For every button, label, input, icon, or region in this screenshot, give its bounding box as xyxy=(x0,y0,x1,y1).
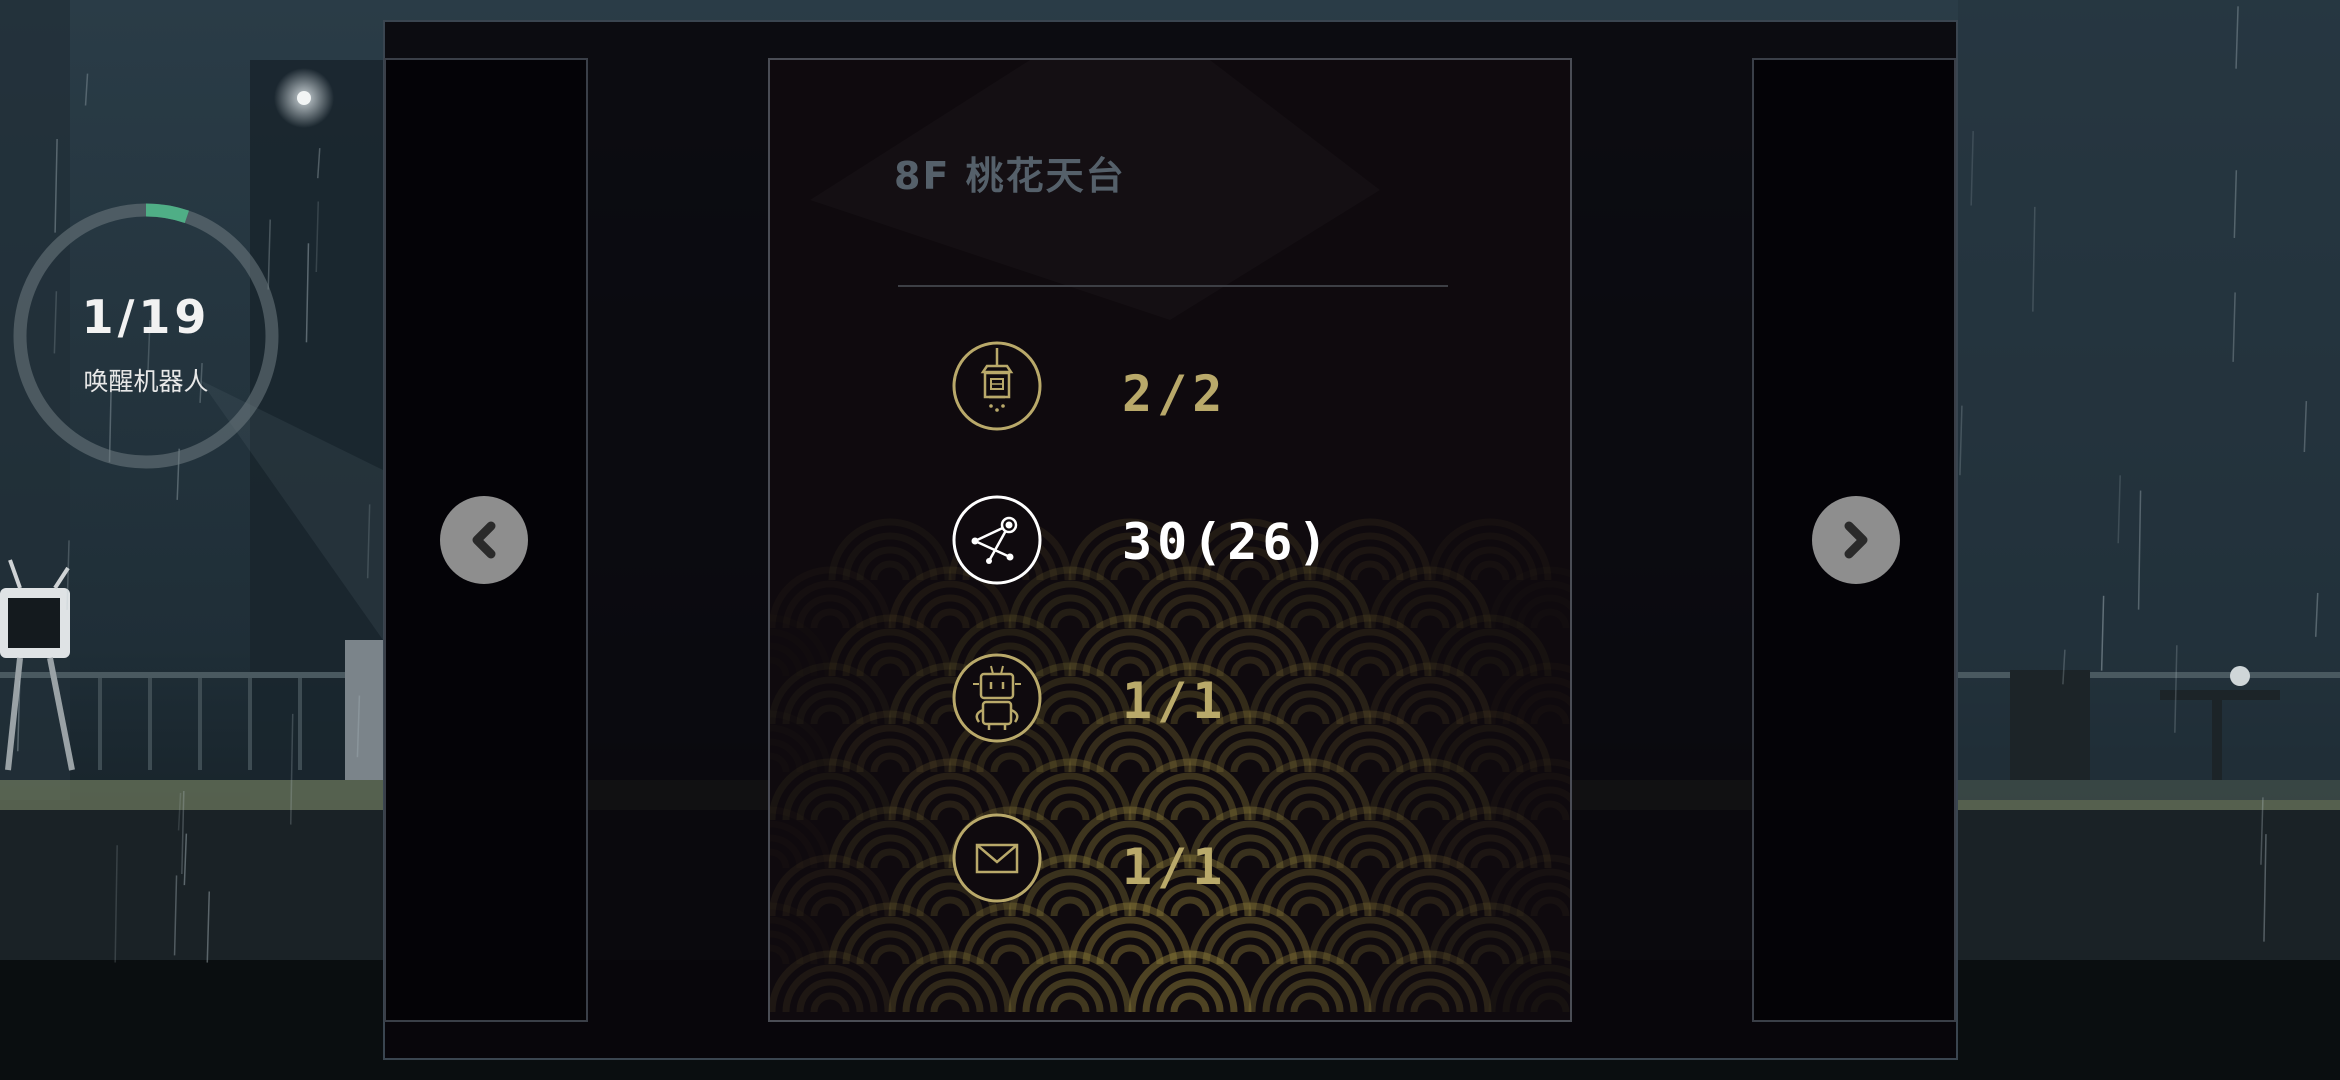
wave-arc xyxy=(1290,992,1330,1013)
wave-arc xyxy=(1170,896,1210,917)
wave-arc xyxy=(1230,848,1270,869)
wave-arc xyxy=(1410,992,1450,1013)
wave-arc xyxy=(1110,944,1150,965)
wave-arc xyxy=(1470,656,1510,677)
wave-arc xyxy=(770,756,786,772)
wave-arc xyxy=(1470,944,1510,965)
wave-arc xyxy=(1530,704,1570,725)
wave-arc xyxy=(930,992,970,1013)
wave-arc xyxy=(770,852,786,868)
wave-arc xyxy=(870,944,910,965)
lantern-icon xyxy=(952,341,1042,431)
robot-progress-count: 1/19 xyxy=(81,290,211,344)
wave-arc xyxy=(1350,560,1390,581)
letter-count: 1/1 xyxy=(1122,838,1228,896)
wave-arc xyxy=(1470,560,1510,581)
wave-arc xyxy=(1530,800,1570,821)
wave-arc xyxy=(1410,608,1450,629)
chevron-right-icon xyxy=(1844,521,1868,559)
wave-arc xyxy=(870,656,910,677)
wave-arc xyxy=(1230,752,1270,773)
wave-arc xyxy=(1410,800,1450,821)
wave-arc xyxy=(1470,752,1510,773)
wave-arc xyxy=(1350,944,1390,965)
next-floor-button[interactable] xyxy=(1812,496,1900,584)
robot-count: 1/1 xyxy=(1122,672,1228,730)
robot-progress-label: 唤醒机器人 xyxy=(83,367,209,396)
wave-arc xyxy=(1350,752,1390,773)
wave-arc xyxy=(1410,896,1450,917)
wave-arc xyxy=(1534,612,1566,628)
wave-arc xyxy=(1290,896,1330,917)
wave-arc xyxy=(1050,800,1090,821)
wave-arc xyxy=(1290,608,1330,629)
previous-floor-button[interactable] xyxy=(440,496,528,584)
wave-arc xyxy=(1170,800,1210,821)
floor-title: 8F 桃花天台 xyxy=(894,154,1126,198)
wave-arc xyxy=(1050,896,1090,917)
wave-arc xyxy=(1050,704,1090,725)
wave-arc xyxy=(990,944,1030,965)
wave-arc xyxy=(1170,608,1210,629)
wave-arc xyxy=(810,704,850,725)
wave-arc xyxy=(1170,992,1210,1013)
wave-arc xyxy=(1530,896,1570,917)
wave-arc xyxy=(770,660,786,676)
wave-arc xyxy=(930,608,970,629)
share-nodes-icon xyxy=(952,495,1042,585)
wave-arc xyxy=(1050,608,1090,629)
wave-arc xyxy=(1230,656,1270,677)
wave-arc xyxy=(1290,704,1330,725)
wave-arc xyxy=(1290,800,1330,821)
wave-arc xyxy=(810,992,850,1013)
wave-arc xyxy=(870,848,910,869)
collectible-count: 30(26) xyxy=(1122,513,1333,571)
wave-arc xyxy=(810,608,850,629)
wave-arc xyxy=(870,752,910,773)
wave-arc xyxy=(810,800,850,821)
wave-arc xyxy=(1050,992,1090,1013)
wave-arc xyxy=(870,560,910,581)
title-divider xyxy=(898,285,1448,287)
lantern-count: 2/2 xyxy=(1122,365,1228,423)
wave-arc xyxy=(1470,848,1510,869)
wave-arc xyxy=(1110,752,1150,773)
wave-arc xyxy=(990,752,1030,773)
wave-arc xyxy=(770,944,790,965)
wave-arc xyxy=(1230,944,1270,965)
wave-arc xyxy=(1410,704,1450,725)
envelope-icon xyxy=(952,813,1042,903)
wave-arc xyxy=(1350,656,1390,677)
wave-arc xyxy=(1350,848,1390,869)
wave-arc xyxy=(1530,992,1570,1013)
robot-icon xyxy=(952,653,1042,743)
chevron-left-icon xyxy=(472,521,496,559)
wave-arc xyxy=(810,896,850,917)
